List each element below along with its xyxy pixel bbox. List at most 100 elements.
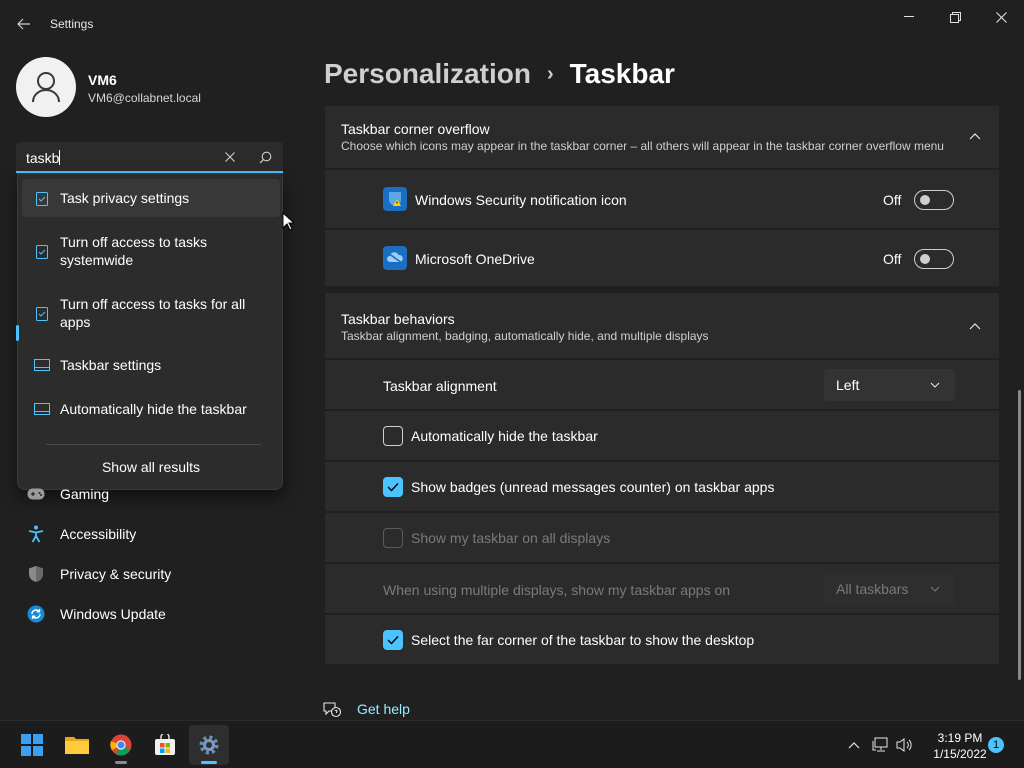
search-input-value: taskb xyxy=(26,150,60,166)
toggle-status: Off xyxy=(883,251,902,267)
store-button[interactable] xyxy=(145,725,185,765)
taskbar-icon xyxy=(34,401,50,417)
sidebar-item-label: Accessibility xyxy=(60,526,137,542)
file-explorer-icon xyxy=(65,737,89,754)
show-badges-checkbox[interactable] xyxy=(383,477,403,497)
window-title: Settings xyxy=(50,17,94,31)
select-value: Left xyxy=(836,377,860,393)
search-input[interactable]: taskb xyxy=(16,142,283,173)
search-suggestions: Task privacy settings Turn off access to… xyxy=(17,173,283,490)
minimize-button[interactable] xyxy=(886,4,932,30)
suggestion-label: Task privacy settings xyxy=(60,190,190,206)
windows-security-toggle[interactable] xyxy=(914,190,954,210)
row-label: Taskbar alignment xyxy=(383,378,497,394)
sidebar-item-accessibility[interactable]: Accessibility xyxy=(16,516,284,552)
user-icon xyxy=(32,72,60,103)
close-icon xyxy=(995,11,1007,23)
notification-badge[interactable]: 1 xyxy=(988,737,1004,753)
close-button[interactable] xyxy=(978,4,1024,30)
avatar[interactable] xyxy=(16,57,76,117)
sidebar-item-gaming[interactable]: Gaming xyxy=(16,476,284,512)
breadcrumb: Personalization › Taskbar xyxy=(324,58,675,90)
checkmark-icon xyxy=(387,483,399,492)
far-corner-checkbox[interactable] xyxy=(383,630,403,650)
onedrive-toggle[interactable] xyxy=(914,249,954,269)
toggle-knob xyxy=(920,254,930,264)
back-button[interactable] xyxy=(10,12,38,36)
suggestion-item[interactable]: Taskbar settings xyxy=(22,348,280,382)
auto-hide-checkbox[interactable] xyxy=(383,426,403,446)
file-explorer-button[interactable] xyxy=(57,725,97,765)
sidebar-item-label: Windows Update xyxy=(60,606,166,622)
sidebar-item-label: Gaming xyxy=(60,486,110,502)
sidebar-item-privacy-security[interactable]: Privacy & security xyxy=(16,556,284,592)
search-button[interactable] xyxy=(254,147,276,167)
select-value: All taskbars xyxy=(836,581,909,597)
clock-date: 1/15/2022 xyxy=(933,747,987,761)
suggestion-item[interactable]: Turn off access to tasks systemwide xyxy=(22,226,280,278)
suggestion-item[interactable]: Automatically hide the taskbar xyxy=(22,392,280,426)
chrome-button[interactable] xyxy=(101,725,141,765)
search-icon xyxy=(259,151,271,163)
settings-icon xyxy=(199,735,219,755)
all-displays-checkbox[interactable] xyxy=(383,528,403,548)
title-bar: Settings xyxy=(0,0,1024,48)
task-icon xyxy=(34,305,50,321)
settings-taskbar-button[interactable] xyxy=(189,725,229,765)
start-button[interactable] xyxy=(12,725,52,765)
section-title: Taskbar behaviors xyxy=(341,311,455,327)
corner-overflow-header[interactable] xyxy=(325,106,999,168)
divider xyxy=(46,444,261,445)
suggestion-label: Turn off access to tasks for all apps xyxy=(60,296,246,330)
clock-time: 3:19 PM xyxy=(937,731,983,745)
row-label: When using multiple displays, show my ta… xyxy=(383,582,731,598)
row-label: Microsoft OneDrive xyxy=(415,251,535,267)
toggle-status: Off xyxy=(883,192,902,208)
chevron-up-icon[interactable] xyxy=(844,735,864,755)
section-description: Choose which icons may appear in the tas… xyxy=(341,139,944,153)
nav-selection-indicator xyxy=(16,325,19,341)
row-label: Windows Security notification icon xyxy=(415,192,627,208)
chevron-down-icon xyxy=(928,582,942,596)
store-icon xyxy=(155,734,175,755)
clock[interactable]: 3:19 PM 1/15/2022 xyxy=(925,730,995,762)
sidebar-item-label: Privacy & security xyxy=(60,566,172,582)
maximize-button[interactable] xyxy=(932,4,978,30)
checkbox-label: Select the far corner of the taskbar to … xyxy=(411,632,755,648)
show-all-results-button[interactable]: Show all results xyxy=(18,459,284,475)
suggestion-label: Turn off access to tasks systemwide xyxy=(60,234,208,268)
accessibility-icon xyxy=(26,524,46,544)
task-icon xyxy=(34,190,50,206)
user-email: VM6@collabnet.local xyxy=(88,91,201,105)
user-name: VM6 xyxy=(88,72,117,88)
sidebar-item-windows-update[interactable]: Windows Update xyxy=(16,596,284,632)
shield-icon xyxy=(26,564,46,584)
minimize-icon xyxy=(904,16,914,17)
toggle-knob xyxy=(920,195,930,205)
breadcrumb-parent[interactable]: Personalization xyxy=(324,58,531,90)
checkbox-label: Show badges (unread messages counter) on… xyxy=(411,479,775,495)
breadcrumb-separator: › xyxy=(546,62,554,85)
chevron-up-icon[interactable] xyxy=(966,127,984,145)
search-clear-button[interactable] xyxy=(219,147,241,167)
multi-display-select[interactable]: All taskbars xyxy=(824,573,955,605)
running-indicator xyxy=(201,761,217,764)
taskbar-icon xyxy=(34,357,50,373)
windows-security-icon xyxy=(383,187,407,211)
volume-icon[interactable] xyxy=(895,735,915,755)
taskbar-alignment-select[interactable]: Left xyxy=(824,369,955,401)
chevron-up-icon[interactable] xyxy=(966,317,984,335)
network-icon[interactable] xyxy=(871,735,891,755)
suggestion-item[interactable]: Turn off access to tasks for all apps xyxy=(22,288,280,340)
get-help-link[interactable]: Get help xyxy=(357,701,410,717)
page-title: Taskbar xyxy=(569,58,675,89)
onedrive-icon xyxy=(383,246,407,270)
suggestion-item[interactable]: Task privacy settings xyxy=(22,179,280,217)
running-indicator xyxy=(115,761,127,764)
suggestion-label: Automatically hide the taskbar xyxy=(60,401,247,417)
section-title: Taskbar corner overflow xyxy=(341,121,490,137)
start-icon xyxy=(21,734,43,756)
scrollbar-thumb[interactable] xyxy=(1018,390,1021,680)
section-description: Taskbar alignment, badging, automaticall… xyxy=(341,329,709,343)
task-icon xyxy=(34,243,50,259)
